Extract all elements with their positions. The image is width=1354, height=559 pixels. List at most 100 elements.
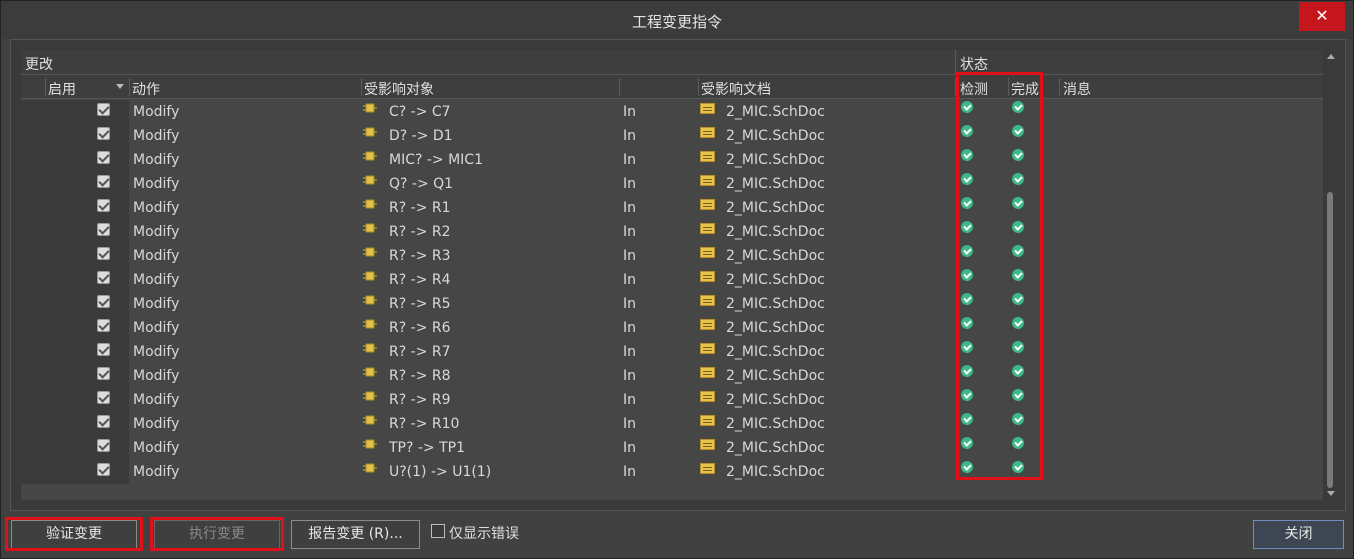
column-message[interactable]: 消息 bbox=[1063, 79, 1091, 99]
affected-object-cell: R? -> R7 bbox=[389, 344, 451, 360]
table-row[interactable]: Modify R? -> R10 In 2_MIC.SchDoc bbox=[21, 412, 1323, 436]
check-ok-icon bbox=[961, 269, 973, 281]
enable-checkbox[interactable] bbox=[97, 295, 110, 308]
enable-checkbox[interactable] bbox=[97, 343, 110, 356]
check-ok-icon bbox=[961, 245, 973, 257]
enable-checkbox[interactable] bbox=[97, 367, 110, 380]
direction-cell: In bbox=[623, 104, 637, 120]
schematic-doc-icon bbox=[700, 199, 715, 210]
component-icon bbox=[363, 367, 377, 377]
enable-checkbox[interactable] bbox=[97, 463, 110, 476]
table-row[interactable]: Modify R? -> R2 In 2_MIC.SchDoc bbox=[21, 220, 1323, 244]
vertical-scrollbar[interactable] bbox=[1324, 50, 1336, 500]
affected-document-cell: 2_MIC.SchDoc bbox=[726, 176, 825, 192]
scroll-up-icon[interactable] bbox=[1327, 54, 1335, 59]
row-gutter bbox=[21, 100, 129, 124]
row-gutter bbox=[21, 244, 129, 268]
enable-checkbox[interactable] bbox=[97, 199, 110, 212]
table-row[interactable]: Modify Q? -> Q1 In 2_MIC.SchDoc bbox=[21, 172, 1323, 196]
check-ok-icon bbox=[961, 365, 973, 377]
group-header: 更改 状态 bbox=[21, 50, 1323, 75]
column-affected-object[interactable]: 受影响对象 bbox=[364, 79, 434, 99]
action-cell: Modify bbox=[133, 368, 180, 384]
table-row[interactable]: Modify R? -> R1 In 2_MIC.SchDoc bbox=[21, 196, 1323, 220]
column-check[interactable]: 检测 bbox=[960, 79, 988, 99]
column-enable[interactable]: 启用 bbox=[48, 79, 76, 99]
component-icon bbox=[363, 247, 377, 257]
close-icon[interactable]: ✕ bbox=[1299, 2, 1345, 31]
schematic-doc-icon bbox=[700, 415, 715, 426]
affected-object-cell: R? -> R4 bbox=[389, 272, 451, 288]
table-row[interactable]: Modify U?(1) -> U1(1) In 2_MIC.SchDoc bbox=[21, 460, 1323, 484]
done-ok-icon bbox=[1012, 245, 1024, 257]
enable-checkbox[interactable] bbox=[97, 103, 110, 116]
table-row[interactable]: Modify R? -> R9 In 2_MIC.SchDoc bbox=[21, 388, 1323, 412]
action-cell: Modify bbox=[133, 200, 180, 216]
column-divider bbox=[361, 78, 362, 96]
check-ok-icon bbox=[961, 221, 973, 233]
validate-changes-button[interactable]: 验证变更 bbox=[11, 520, 137, 549]
schematic-doc-icon bbox=[700, 343, 715, 354]
affected-object-cell: R? -> R2 bbox=[389, 224, 451, 240]
check-ok-icon bbox=[961, 197, 973, 209]
component-icon bbox=[363, 439, 377, 449]
enable-checkbox[interactable] bbox=[97, 271, 110, 284]
schematic-doc-icon bbox=[700, 247, 715, 258]
column-divider bbox=[955, 78, 956, 96]
scroll-thumb[interactable] bbox=[1327, 192, 1333, 488]
component-icon bbox=[363, 103, 377, 113]
table-row[interactable]: Modify R? -> R5 In 2_MIC.SchDoc bbox=[21, 292, 1323, 316]
row-gutter bbox=[21, 364, 129, 388]
schematic-doc-icon bbox=[700, 103, 715, 114]
table-row[interactable]: Modify TP? -> TP1 In 2_MIC.SchDoc bbox=[21, 436, 1323, 460]
table-row[interactable]: Modify R? -> R8 In 2_MIC.SchDoc bbox=[21, 364, 1323, 388]
execute-changes-button[interactable]: 执行变更 bbox=[154, 520, 280, 549]
component-icon bbox=[363, 199, 377, 209]
enable-checkbox[interactable] bbox=[97, 247, 110, 260]
enable-checkbox[interactable] bbox=[97, 391, 110, 404]
enable-checkbox[interactable] bbox=[97, 151, 110, 164]
check-ok-icon bbox=[961, 101, 973, 113]
row-gutter bbox=[21, 412, 129, 436]
direction-cell: In bbox=[623, 224, 637, 240]
direction-cell: In bbox=[623, 416, 637, 432]
table-row[interactable]: Modify MIC? -> MIC1 In 2_MIC.SchDoc bbox=[21, 148, 1323, 172]
enable-checkbox[interactable] bbox=[97, 223, 110, 236]
close-button[interactable]: 关闭 bbox=[1253, 520, 1344, 549]
table-row[interactable]: Modify R? -> R7 In 2_MIC.SchDoc bbox=[21, 340, 1323, 364]
table-row[interactable]: Modify C? -> C7 In 2_MIC.SchDoc bbox=[21, 100, 1323, 124]
enable-checkbox[interactable] bbox=[97, 415, 110, 428]
component-icon bbox=[363, 295, 377, 305]
column-affected-document[interactable]: 受影响文档 bbox=[701, 79, 771, 99]
checkbox-box[interactable] bbox=[431, 524, 445, 538]
done-ok-icon bbox=[1012, 269, 1024, 281]
check-ok-icon bbox=[961, 413, 973, 425]
enable-checkbox[interactable] bbox=[97, 175, 110, 188]
action-cell: Modify bbox=[133, 344, 180, 360]
row-gutter bbox=[21, 292, 129, 316]
direction-cell: In bbox=[623, 464, 637, 480]
enable-checkbox[interactable] bbox=[97, 319, 110, 332]
enable-checkbox[interactable] bbox=[97, 127, 110, 140]
table-row[interactable]: Modify R? -> R4 In 2_MIC.SchDoc bbox=[21, 268, 1323, 292]
check-ok-icon bbox=[961, 149, 973, 161]
group-status-label: 状态 bbox=[960, 57, 988, 73]
report-changes-button[interactable]: 报告变更 (R)... bbox=[291, 520, 420, 549]
affected-object-cell: R? -> R3 bbox=[389, 248, 451, 264]
direction-cell: In bbox=[623, 368, 637, 384]
affected-document-cell: 2_MIC.SchDoc bbox=[726, 104, 825, 120]
check-ok-icon bbox=[961, 461, 973, 473]
scroll-down-icon[interactable] bbox=[1327, 491, 1335, 496]
sort-dropdown-icon[interactable] bbox=[116, 84, 124, 89]
affected-document-cell: 2_MIC.SchDoc bbox=[726, 152, 825, 168]
done-ok-icon bbox=[1012, 149, 1024, 161]
done-ok-icon bbox=[1012, 413, 1024, 425]
column-done[interactable]: 完成 bbox=[1011, 79, 1039, 99]
column-action[interactable]: 动作 bbox=[132, 79, 160, 99]
table-row[interactable]: Modify D? -> D1 In 2_MIC.SchDoc bbox=[21, 124, 1323, 148]
table-row[interactable]: Modify R? -> R6 In 2_MIC.SchDoc bbox=[21, 316, 1323, 340]
affected-document-cell: 2_MIC.SchDoc bbox=[726, 296, 825, 312]
direction-cell: In bbox=[623, 152, 637, 168]
enable-checkbox[interactable] bbox=[97, 439, 110, 452]
table-row[interactable]: Modify R? -> R3 In 2_MIC.SchDoc bbox=[21, 244, 1323, 268]
